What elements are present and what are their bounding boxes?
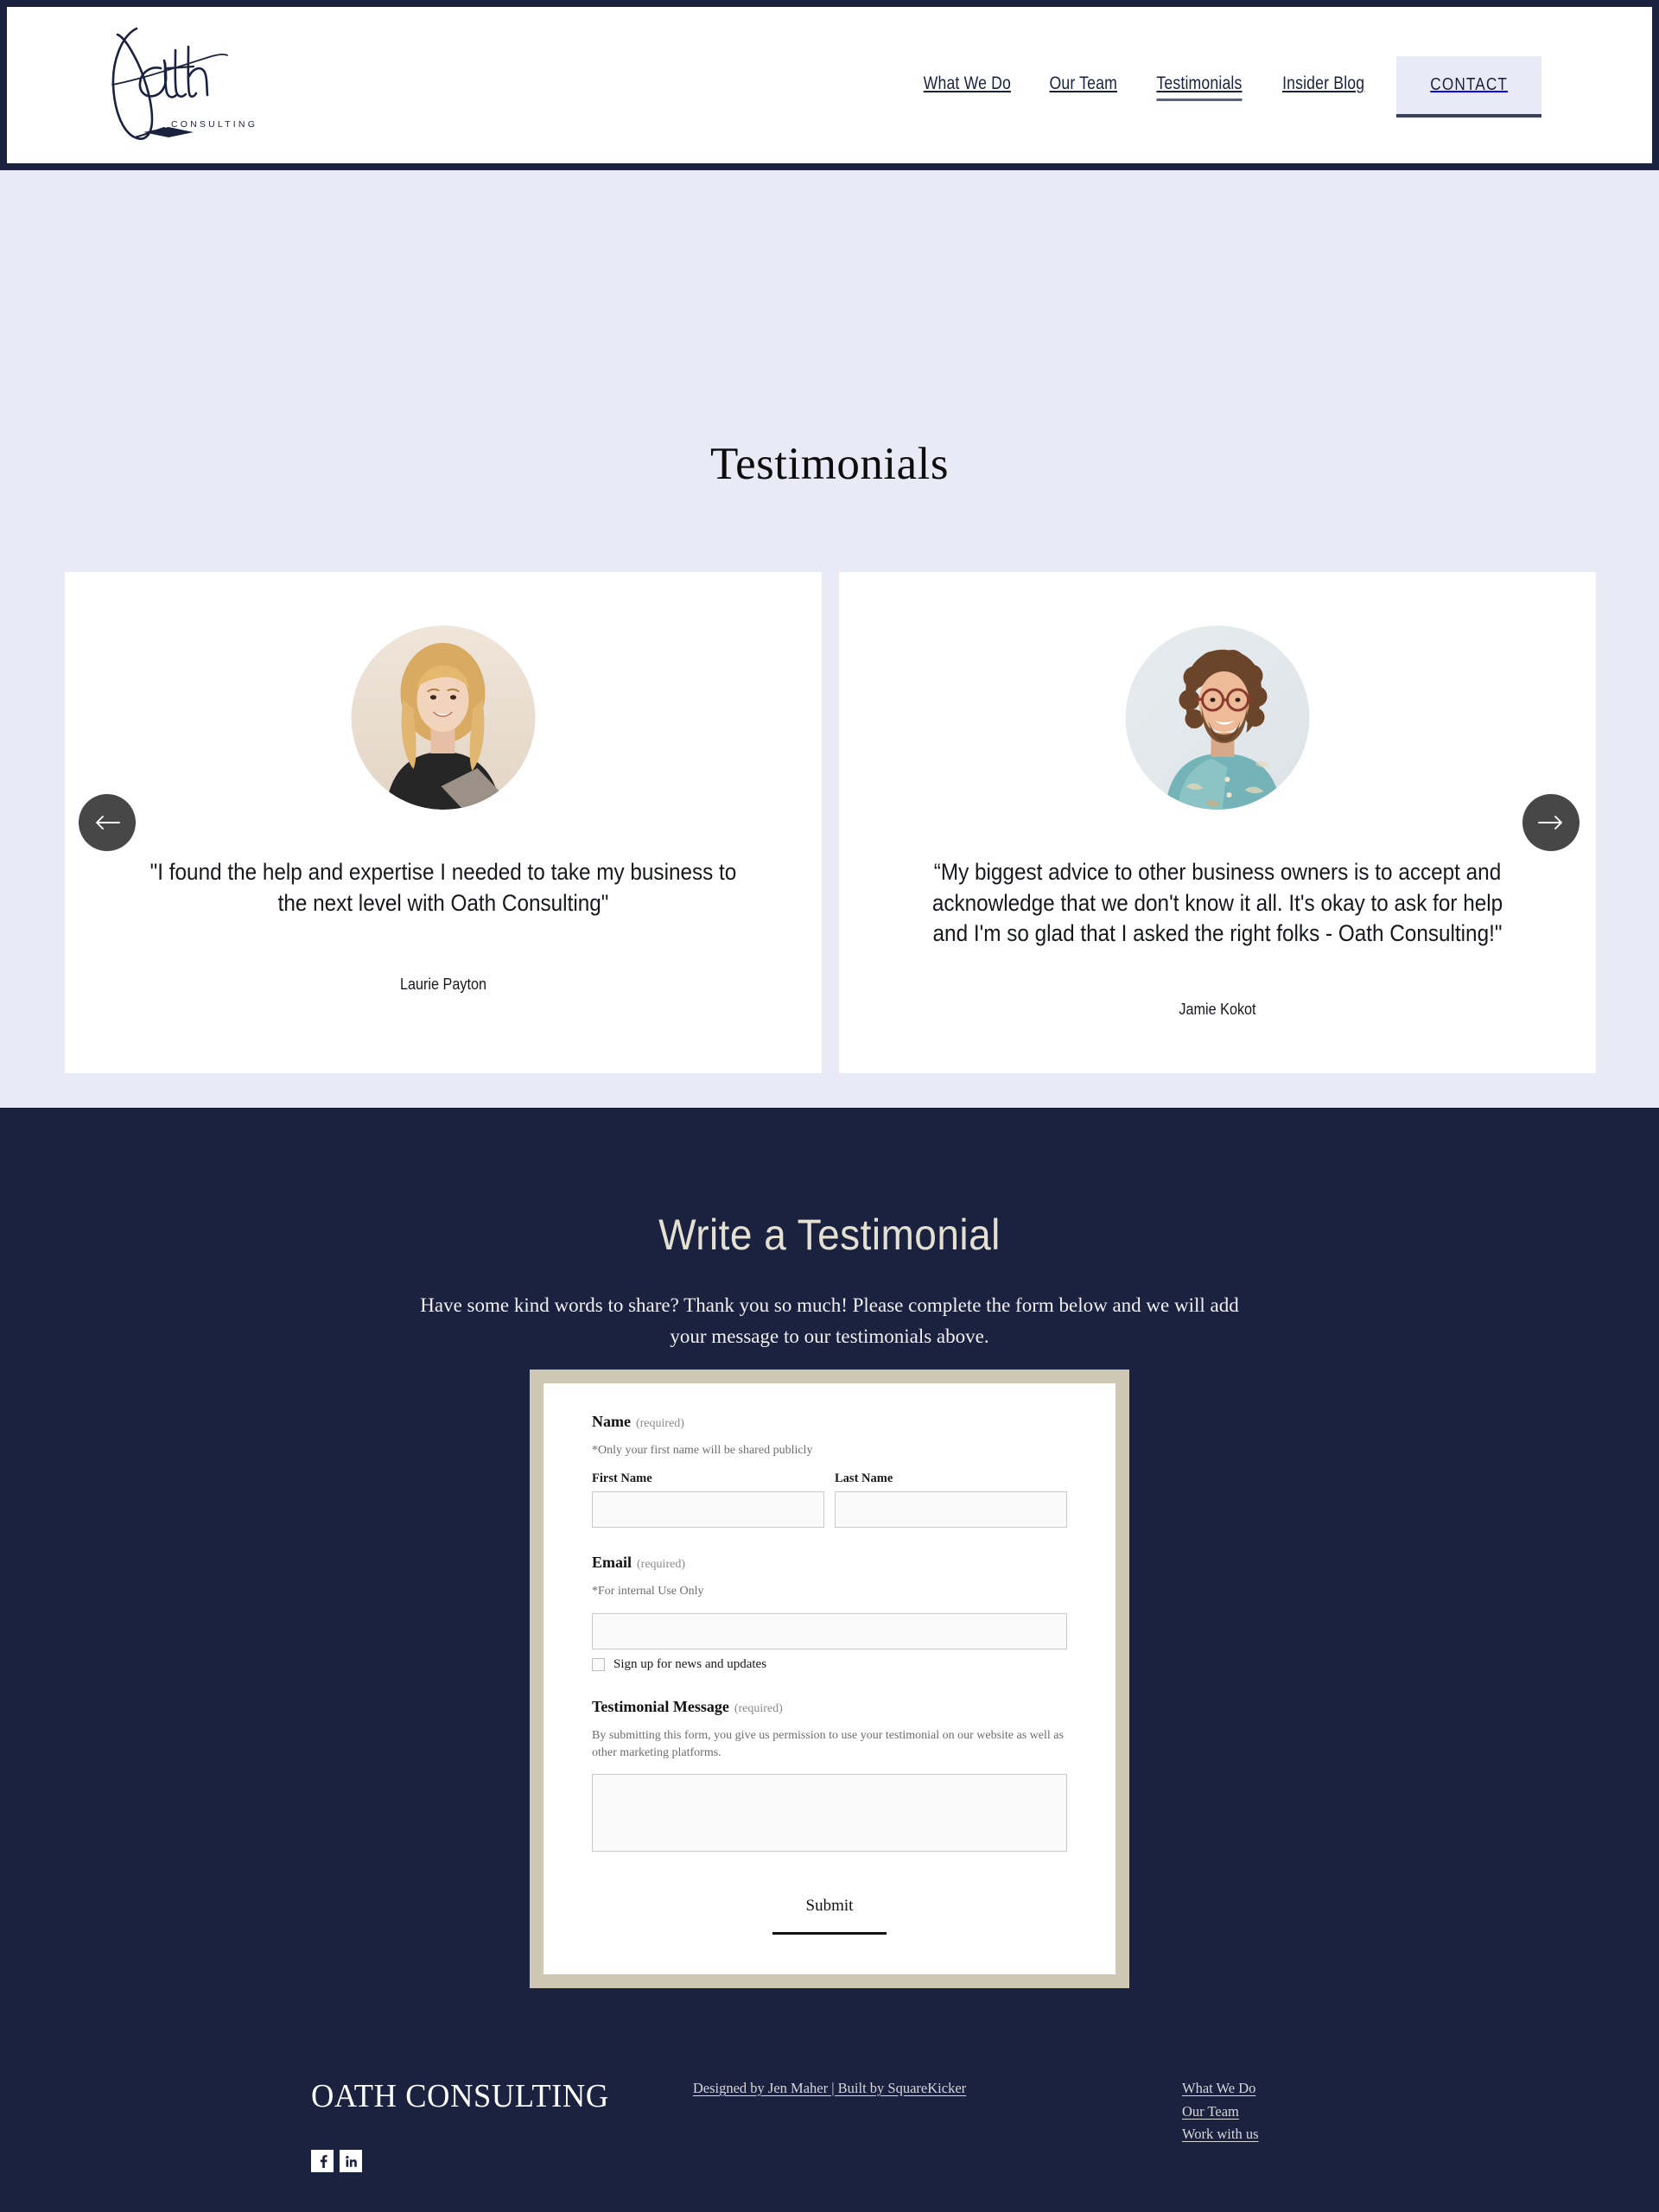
write-testimonial-title: Write a Testimonial (658, 1211, 1001, 1259)
main-navigation: What We Do Our Team Testimonials Insider… (915, 7, 1652, 163)
name-note: *Only your first name will be shared pub… (592, 1444, 813, 1457)
name-field-group: Name (required) *Only your first name wil… (592, 1413, 1067, 1529)
logo-subtitle: CONSULTING (171, 119, 258, 130)
name-label: Name (592, 1413, 631, 1430)
testimonial-form: Name (required) *Only your first name wil… (543, 1383, 1116, 1974)
testimonial-author: Laurie Payton (400, 976, 486, 993)
avatar (351, 626, 536, 810)
newsletter-checkbox-label: Sign up for news and updates (613, 1656, 767, 1671)
name-inputs-row: First Name Last Name (592, 1471, 1067, 1529)
page-title: Testimonials (709, 439, 950, 489)
contact-button[interactable]: CONTACT (1396, 56, 1541, 118)
message-field-group: Testimonial Message (required) By submitt… (592, 1698, 1067, 1857)
portrait-blonde-woman-image (351, 626, 536, 810)
newsletter-checkbox[interactable] (592, 1657, 605, 1671)
name-required-tag: (required) (635, 1417, 684, 1430)
testimonial-message-textarea[interactable] (592, 1774, 1067, 1853)
testimonial-card: "I found the help and expertise I needed… (65, 572, 822, 1073)
social-links (311, 2150, 362, 2172)
arrow-right-icon (1538, 816, 1562, 830)
facebook-link[interactable] (311, 2150, 334, 2172)
avatar (1125, 626, 1310, 810)
oath-consulting-logo[interactable]: CONSULTING (86, 22, 255, 148)
footer-credit-text: Designed by Jen Maher | Built by SquareK… (692, 2080, 967, 2096)
page-root: CONSULTING What We Do Our Team Testimoni… (0, 0, 1659, 2212)
site-header: CONSULTING What We Do Our Team Testimoni… (0, 0, 1659, 170)
message-label: Testimonial Message (592, 1697, 729, 1715)
message-required-tag: (required) (734, 1701, 783, 1715)
email-required-tag: (required) (637, 1558, 685, 1572)
last-name-input[interactable] (835, 1491, 1067, 1529)
first-name-input[interactable] (592, 1491, 824, 1529)
linkedin-icon (345, 2155, 357, 2167)
nav-item-insider-blog[interactable]: Insider Blog (1282, 73, 1364, 97)
arrow-left-icon (96, 816, 120, 830)
message-note: By submitting this form, you give us per… (592, 1728, 1064, 1759)
nav-item-testimonials[interactable]: Testimonials (1156, 73, 1243, 101)
write-testimonial-subtitle: Have some kind words to share? Thank you… (420, 1294, 1239, 1347)
email-field-group: Email (required) *For internal Use Only S… (592, 1554, 1067, 1671)
carousel-next-button[interactable] (1522, 794, 1580, 851)
testimonial-form-frame: Name (required) *Only your first name wil… (530, 1370, 1129, 1988)
carousel-prev-button[interactable] (79, 794, 136, 851)
nav-item-our-team[interactable]: Our Team (1050, 73, 1117, 97)
nav-item-what-we-do[interactable]: What We Do (923, 73, 1010, 97)
submit-row: Submit (543, 1897, 1116, 1935)
newsletter-checkbox-row[interactable]: Sign up for news and updates (592, 1657, 1067, 1672)
header-bar: CONSULTING What We Do Our Team Testimoni… (7, 7, 1652, 163)
testimonial-author: Jamie Kokot (1179, 1001, 1256, 1018)
email-label: Email (592, 1554, 632, 1572)
submit-button[interactable]: Submit (772, 1897, 887, 1935)
email-input[interactable] (592, 1612, 1067, 1649)
portrait-curly-haired-man-glasses-image (1125, 626, 1310, 810)
footer-credit[interactable]: Designed by Jen Maher | Built by SquareK… (0, 2080, 1659, 2097)
footer-navigation: What We Do Our Team Work with us (1182, 2077, 1259, 2146)
first-name-col: First Name (592, 1471, 824, 1529)
footer-link-our-team[interactable]: Our Team (1182, 2101, 1259, 2124)
facebook-icon (320, 2154, 327, 2168)
email-note: *For internal Use Only (592, 1585, 704, 1599)
last-name-col: Last Name (835, 1471, 1067, 1529)
linkedin-link[interactable] (340, 2150, 362, 2172)
testimonial-quote: "I found the help and expertise I needed… (149, 859, 737, 916)
testimonials-section: Testimonials "I found the help and exper… (0, 170, 1659, 1108)
testimonial-carousel: "I found the help and expertise I needed… (65, 572, 1596, 1073)
testimonial-quote: “My biggest advice to other business own… (931, 859, 1503, 947)
last-name-label: Last Name (835, 1471, 893, 1486)
footer-link-what-we-do[interactable]: What We Do (1182, 2077, 1259, 2101)
testimonial-card: “My biggest advice to other business own… (839, 572, 1596, 1073)
first-name-label: First Name (592, 1471, 652, 1486)
nav-links-group: What We Do Our Team Testimonials Insider… (915, 73, 1372, 101)
footer-link-work-with-us[interactable]: Work with us (1182, 2123, 1259, 2146)
contact-button-label: CONTACT (1430, 75, 1508, 94)
